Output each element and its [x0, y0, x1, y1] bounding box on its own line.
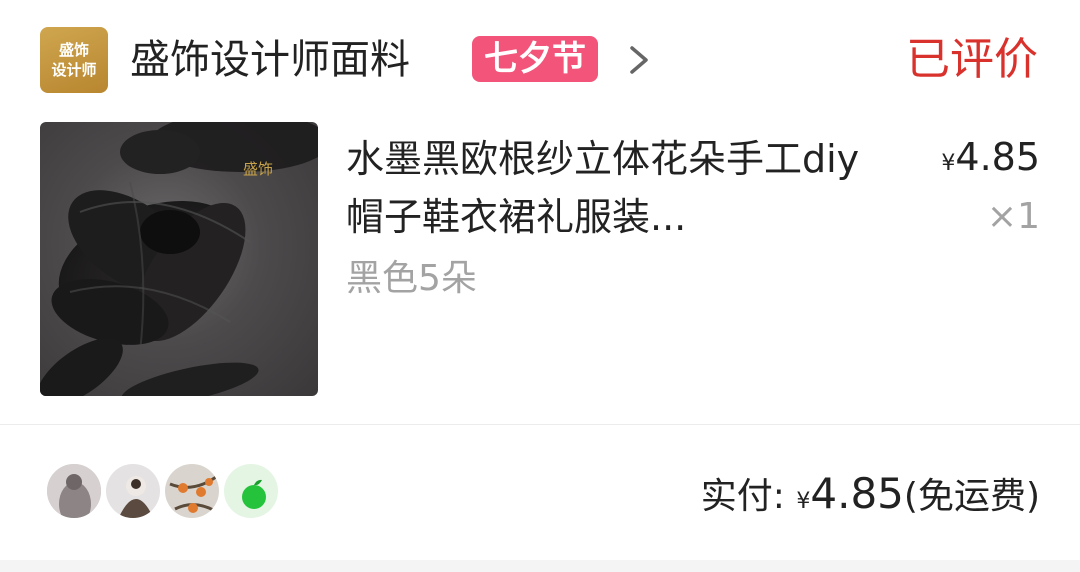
- buyer-avatar-3[interactable]: [162, 461, 222, 521]
- price-value: 4.85: [955, 135, 1040, 179]
- buyer-avatar-4[interactable]: [221, 461, 281, 521]
- buyer-avatar-1[interactable]: [44, 461, 104, 521]
- product-image[interactable]: 盛饰: [40, 122, 318, 396]
- paid-currency: ¥: [796, 489, 811, 514]
- shop-name[interactable]: 盛饰设计师面料: [130, 34, 410, 86]
- festival-tag: 七夕节: [472, 36, 598, 82]
- paid-amount: 4.85: [810, 469, 904, 518]
- flower-illustration: 盛饰: [40, 122, 318, 396]
- divider: [0, 424, 1080, 425]
- avatar-photo-4: [224, 464, 278, 518]
- paid-total: 实付: ¥4.85(免运费): [701, 466, 1040, 530]
- order-header: 盛饰 设计师 盛饰设计师面料 七夕节 已评价: [0, 0, 1080, 120]
- shop-logo-line1: 盛饰: [58, 41, 89, 59]
- order-status: 已评价: [906, 34, 1038, 85]
- product-variant: 黑色5朵: [346, 258, 477, 299]
- avatar-photo-3: [165, 464, 219, 518]
- shop-logo[interactable]: 盛饰 设计师: [40, 27, 108, 93]
- product-price: ¥4.85: [941, 132, 1040, 189]
- bottom-separator: [0, 560, 1080, 572]
- shop-logo-line2: 设计师: [51, 61, 97, 79]
- buyer-avatar-2[interactable]: [103, 461, 163, 521]
- price-currency: ¥: [941, 151, 956, 176]
- product-title[interactable]: 水墨黑欧根纱立体花朵手工diy帽子鞋衣裙礼服装...: [346, 130, 886, 246]
- image-watermark: 盛饰: [243, 160, 273, 178]
- chevron-right-icon[interactable]: [624, 40, 654, 80]
- avatar-photo-1: [47, 464, 101, 518]
- paid-label: 实付:: [700, 476, 785, 517]
- avatar-photo-2: [106, 464, 160, 518]
- product-quantity: ×1: [986, 196, 1040, 237]
- shipping-note: (免运费): [903, 476, 1040, 517]
